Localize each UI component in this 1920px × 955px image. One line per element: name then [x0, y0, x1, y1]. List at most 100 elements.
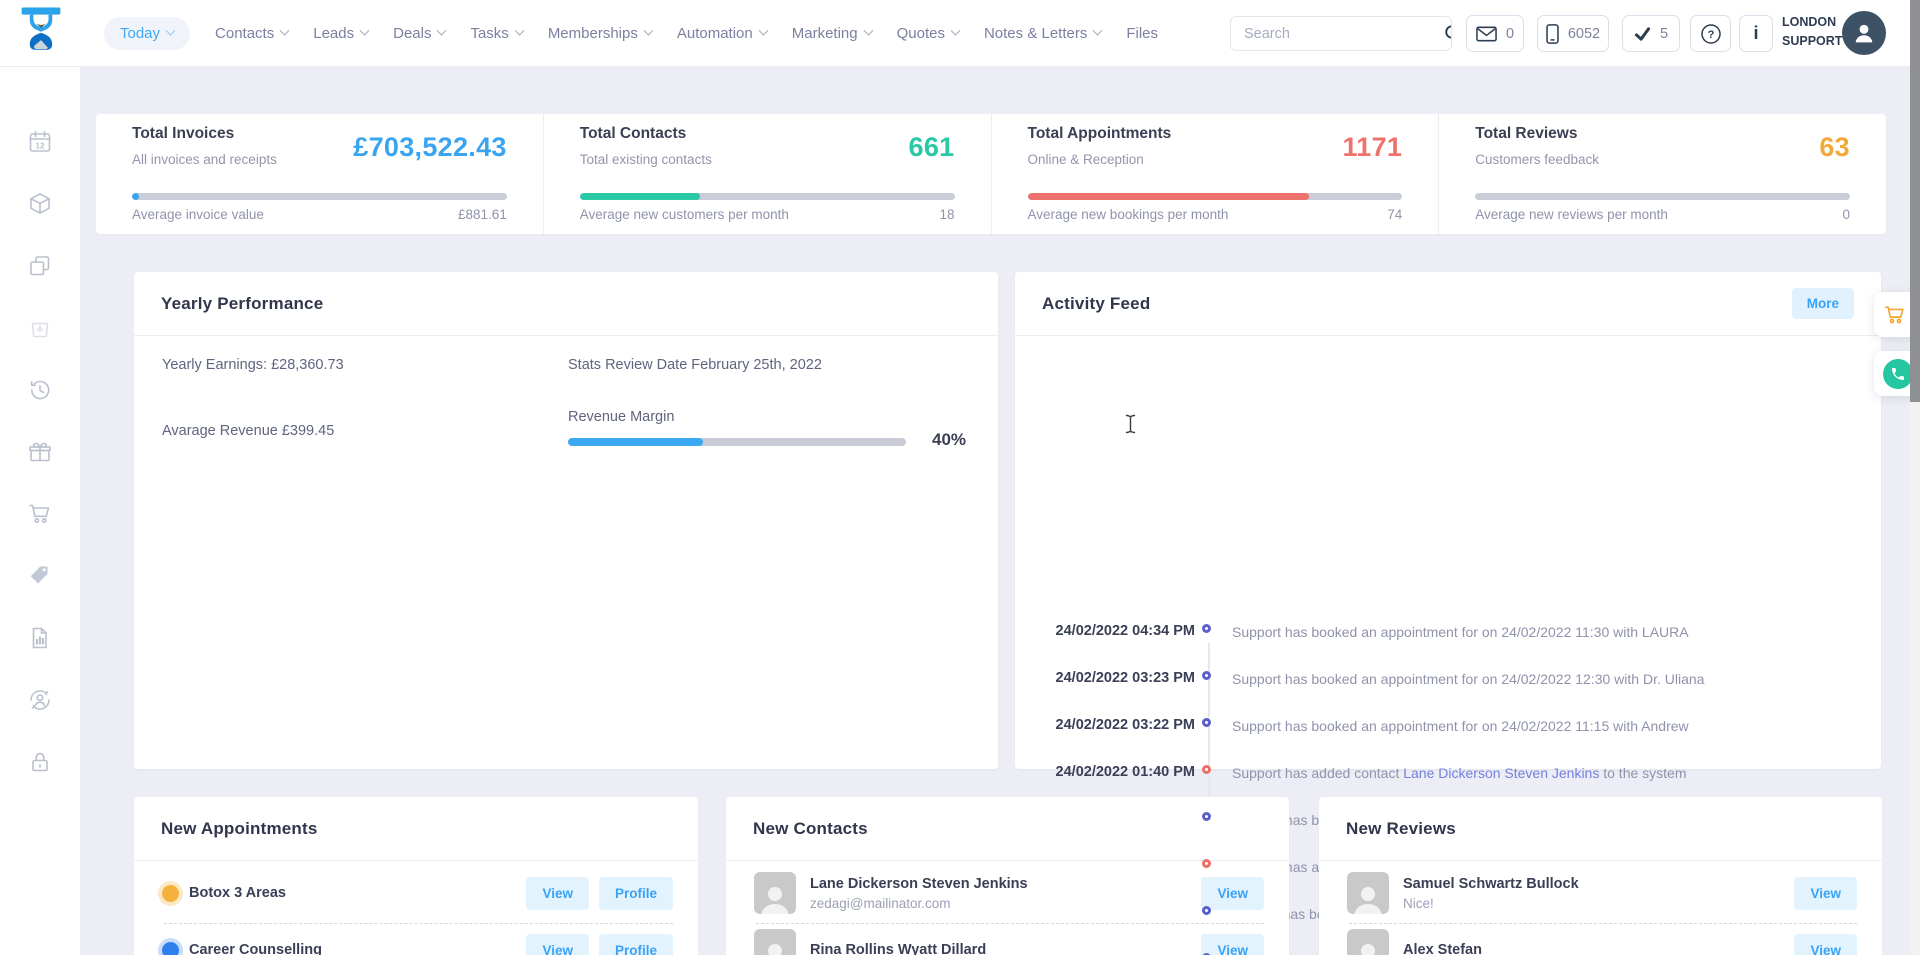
stat-footer-label: Average new customers per month [579, 207, 789, 222]
view-button[interactable]: View [526, 876, 589, 910]
revenue-margin-percent: 40% [932, 430, 967, 449]
stat-subtitle: Customers feedback [1475, 152, 1600, 167]
chevron-down-icon [514, 25, 525, 36]
yearly-performance-panel: Yearly Performance Yearly Earnings: £28,… [134, 272, 998, 769]
appointment-dot-icon [162, 941, 179, 955]
account-location-line2: SUPPORT [1782, 34, 1843, 49]
help-button[interactable]: ? [1690, 15, 1731, 52]
reviewer-name: Samuel Schwartz Bullock [1403, 875, 1579, 892]
activity-text-pre: Support has added contact [1232, 765, 1404, 781]
sidebar-history-icon[interactable] [27, 377, 53, 403]
stat-footer: Average new customers per month 18 [580, 207, 955, 222]
stat-progress-bar [1027, 193, 1403, 200]
profile-button[interactable]: Profile [598, 876, 673, 910]
contact-link[interactable]: Lane Dickerson Steven Jenkins [1403, 765, 1599, 781]
info-button[interactable]: i [1739, 15, 1773, 52]
panel-title: New Reviews [1346, 818, 1456, 838]
user-avatar[interactable] [1842, 11, 1886, 55]
stat-title: Total Contacts [579, 125, 687, 142]
nav-label: Quotes [896, 24, 945, 42]
stat-card-total-invoices: Total Invoices All invoices and receipts… [96, 114, 543, 234]
nav-item-today[interactable]: Today [104, 16, 191, 50]
view-button[interactable]: View [1794, 933, 1857, 955]
sms-button[interactable]: 6052 [1537, 15, 1609, 52]
app-logo-icon[interactable] [16, 6, 66, 61]
sidebar-gift-icon[interactable] [27, 439, 53, 465]
nav-item-leads[interactable]: Leads [313, 25, 370, 42]
person-icon [768, 944, 782, 955]
view-button[interactable]: View [526, 933, 589, 955]
sidebar-price-tag-icon[interactable] [27, 563, 53, 589]
profile-button[interactable]: Profile [598, 933, 673, 955]
nav-item-automation[interactable]: Automation [676, 24, 769, 42]
phone-icon [1892, 367, 1904, 380]
view-button[interactable]: View [1201, 933, 1264, 955]
avatar-placeholder [1347, 929, 1389, 955]
stat-value: 63 [1819, 132, 1850, 162]
appointment-row: Botox 3 Areas View Profile [162, 865, 673, 921]
more-button[interactable]: More [1791, 288, 1854, 319]
activity-entry: 24/02/2022 04:34 PM Support has booked a… [1015, 608, 1881, 655]
main-nav: Today Contacts Leads Deals Tasks Members… [104, 0, 1158, 66]
email-inbox-button[interactable]: 0 [1466, 15, 1524, 52]
view-button[interactable]: View [1201, 876, 1264, 910]
sidebar-duplicate-icon[interactable] [27, 253, 53, 279]
stat-progress-bar [132, 193, 507, 200]
nav-item-files[interactable]: Files [1126, 25, 1158, 42]
sidebar-cart-icon[interactable] [27, 501, 53, 527]
stat-footer-value: 74 [1387, 207, 1403, 222]
stat-card-total-contacts: Total Contacts Total existing contacts 6… [542, 114, 991, 234]
search-icon[interactable] [1444, 24, 1451, 43]
activity-text-post: to the system [1599, 765, 1687, 781]
scrollbar-thumb[interactable] [1910, 0, 1920, 402]
avatar-placeholder [754, 872, 796, 914]
stats-summary-band: Total Invoices All invoices and receipts… [96, 114, 1886, 234]
tasks-button[interactable]: 5 [1622, 15, 1680, 52]
svg-text:?: ? [1707, 29, 1714, 41]
nav-item-tasks[interactable]: Tasks [470, 24, 525, 42]
sidebar-package-icon[interactable] [27, 191, 53, 217]
account-location-line1: LONDON [1782, 15, 1837, 29]
activity-entry: 24/02/2022 01:40 PM Support has added co… [1015, 749, 1881, 796]
text-cursor [1125, 414, 1136, 434]
nav-label: Tasks [470, 24, 509, 42]
nav-label: Automation [676, 24, 753, 42]
stat-value: £703,522.43 [353, 132, 507, 162]
contact-marker-icon [1202, 859, 1211, 868]
stat-value: 661 [908, 132, 955, 162]
revenue-margin-label: Revenue Margin [568, 409, 675, 425]
svg-text:12: 12 [36, 142, 45, 151]
activity-entry: 24/02/2022 03:23 PM Support has booked a… [1015, 655, 1881, 702]
nav-item-quotes[interactable]: Quotes [896, 24, 961, 42]
panel-header: New Appointments [134, 797, 698, 861]
icon-sidebar: 12 [0, 66, 80, 955]
panel-header: Yearly Performance [134, 272, 998, 336]
sms-count-badge: 6052 [1567, 25, 1601, 42]
average-revenue: Avarage Revenue £399.45 [162, 423, 335, 439]
nav-item-contacts[interactable]: Contacts [215, 25, 290, 42]
view-button[interactable]: View [1794, 876, 1857, 910]
stat-title: Total Appointments [1027, 125, 1172, 142]
search-input[interactable] [1231, 25, 1444, 42]
stat-subtitle: Total existing contacts [579, 152, 712, 167]
activity-time: 24/02/2022 03:23 PM [1055, 670, 1195, 686]
chevron-down-icon [165, 25, 176, 36]
sidebar-lock-icon[interactable] [27, 749, 53, 775]
person-icon [1855, 24, 1873, 43]
new-reviews-panel: New Reviews Samuel Schwartz Bullock Nice… [1319, 797, 1882, 955]
nav-item-notes-letters[interactable]: Notes & Letters [984, 25, 1103, 42]
sidebar-bag-download-icon[interactable] [27, 315, 53, 341]
avatar-placeholder [754, 929, 796, 955]
sidebar-calendar-icon[interactable]: 12 [27, 129, 53, 155]
sidebar-user-sync-icon[interactable] [27, 687, 53, 713]
nav-item-marketing[interactable]: Marketing [792, 25, 874, 42]
chevron-down-icon [863, 25, 874, 36]
nav-item-memberships[interactable]: Memberships [547, 24, 654, 42]
page-scrollbar[interactable] [1910, 0, 1920, 955]
activity-text: Support has booked an appointment for on… [1232, 718, 1689, 734]
nav-item-deals[interactable]: Deals [393, 25, 447, 42]
panel-title: Yearly Performance [161, 293, 324, 313]
sidebar-report-icon[interactable] [27, 625, 53, 651]
envelope-icon [1476, 26, 1497, 41]
nav-label: Memberships [547, 24, 638, 42]
